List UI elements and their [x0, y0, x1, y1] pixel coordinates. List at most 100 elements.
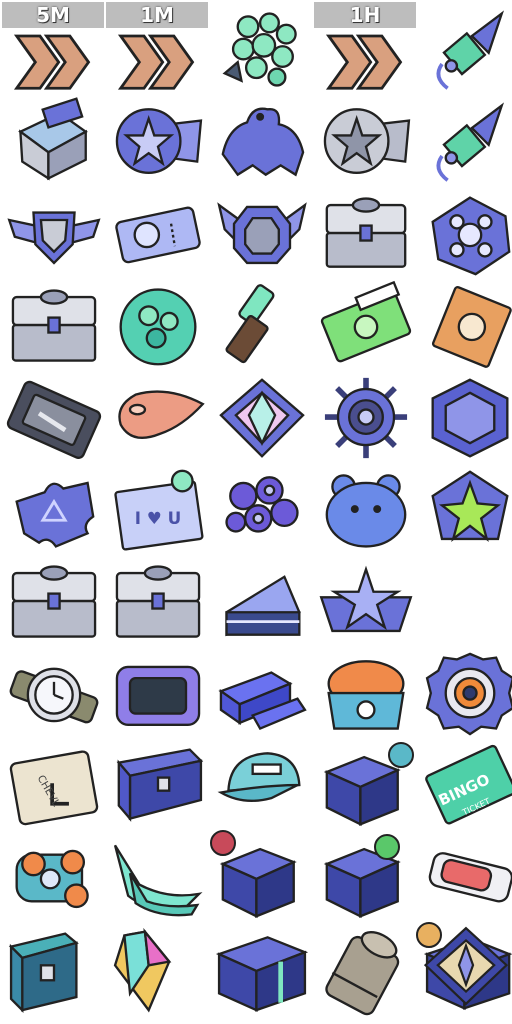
item-slot[interactable]: [418, 370, 512, 462]
item-slot[interactable]: [418, 94, 512, 186]
item-slot[interactable]: [106, 278, 210, 370]
red-jelly-tube-icon: [422, 836, 512, 920]
empty-slot: [418, 554, 512, 646]
item-slot[interactable]: [2, 370, 106, 462]
item-slot[interactable]: CHEVL: [2, 738, 106, 830]
item-slot[interactable]: [314, 738, 418, 830]
item-slot[interactable]: [210, 278, 314, 370]
item-slot[interactable]: [418, 2, 512, 94]
love-text: I ♥ U: [135, 508, 182, 528]
silver-chest-icon: [6, 560, 102, 644]
silver-chest-icon: [110, 560, 206, 644]
item-slot[interactable]: [314, 94, 418, 186]
green-star-crystal-icon: [422, 468, 512, 552]
item-slot[interactable]: [106, 646, 210, 738]
item-slot[interactable]: [314, 554, 418, 646]
item-slot[interactable]: [210, 738, 314, 830]
item-slot[interactable]: [210, 370, 314, 462]
item-slot[interactable]: [210, 462, 314, 554]
treasure-chest-icon: [110, 744, 206, 828]
target-gear-token-icon: [422, 652, 512, 736]
item-slot[interactable]: [210, 922, 314, 1014]
flower-badge-icon: [374, 834, 400, 860]
item-slot[interactable]: [106, 738, 210, 830]
item-slot[interactable]: [314, 646, 418, 738]
timer-label: 1H: [314, 2, 416, 28]
ship-wheel-icon: [318, 376, 414, 460]
item-slot[interactable]: BINGO TICKET: [418, 738, 512, 830]
metal-barrel-icon: [318, 928, 414, 1016]
item-slot[interactable]: [106, 830, 210, 922]
item-slot[interactable]: [106, 922, 210, 1014]
purple-frame-mirror-icon: [110, 652, 206, 736]
winged-shield-emblem-icon: [6, 192, 102, 276]
item-slot[interactable]: [2, 94, 106, 186]
blue-bear-cookie-icon: [318, 468, 414, 552]
item-slot[interactable]: [314, 830, 418, 922]
green-pom-pom-icon: [110, 284, 206, 368]
item-slot[interactable]: [314, 462, 418, 554]
bingo-ticket-icon: BINGO TICKET: [422, 744, 512, 828]
green-cash-note-icon: [318, 280, 414, 368]
item-slot[interactable]: [314, 370, 418, 462]
item-slot[interactable]: 5M: [2, 2, 106, 94]
winged-frame-emblem-icon: [214, 192, 310, 276]
item-slot[interactable]: [314, 922, 418, 1016]
blue-ticket-icon: [110, 192, 206, 276]
item-slot[interactable]: 1M: [106, 2, 210, 94]
item-slot[interactable]: [2, 830, 106, 922]
silver-wristwatch-icon: [6, 652, 102, 736]
item-slot[interactable]: [106, 554, 210, 646]
teal-chest-icon: [6, 928, 102, 1013]
item-slot[interactable]: [2, 278, 106, 370]
salmon-tear-drop-icon: [110, 376, 206, 460]
item-slot[interactable]: [2, 922, 106, 1014]
item-slot[interactable]: [418, 462, 512, 554]
item-slot[interactable]: [2, 186, 106, 278]
firework-rocket-icon: [422, 100, 512, 184]
item-slot[interactable]: [210, 554, 314, 646]
rainbow-crystal-icon: [110, 927, 206, 1013]
item-slot[interactable]: [418, 186, 512, 278]
blue-star-badge-icon: [110, 100, 206, 184]
orange-gem-cashbox-icon: [318, 652, 414, 736]
item-slot[interactable]: [418, 830, 512, 922]
blue-flower-tile-icon: [422, 192, 512, 276]
item-slot[interactable]: [106, 186, 210, 278]
item-slot[interactable]: [106, 94, 210, 186]
item-slot[interactable]: [210, 830, 314, 922]
item-slot[interactable]: [210, 94, 314, 186]
item-slot[interactable]: [418, 278, 512, 370]
blue-ingot-bars-icon: [214, 652, 310, 736]
item-slot[interactable]: I ♥ U: [106, 462, 210, 554]
silver-open-crate-icon: [6, 97, 102, 184]
item-slot[interactable]: [2, 554, 106, 646]
timer-label: 5M: [2, 2, 104, 28]
item-slot[interactable]: [418, 646, 512, 738]
item-slot[interactable]: [2, 462, 106, 554]
cheval-card-icon: CHEVL: [6, 744, 102, 828]
tree-badge-icon: [210, 830, 236, 856]
violet-flower-cluster-icon: [214, 468, 310, 552]
item-slot[interactable]: [2, 646, 106, 738]
silver-chest-icon: [318, 192, 414, 276]
blue-mystery-box-icon: [214, 928, 310, 1012]
item-slot[interactable]: [210, 2, 314, 94]
item-slot[interactable]: [314, 278, 418, 370]
inventory-grid: 5M 1M 1H I ♥ U CHEVL BINGO TICKET: [2, 2, 512, 1016]
love-letter-card-icon: I ♥ U: [110, 468, 206, 552]
item-slot[interactable]: [210, 186, 314, 278]
item-slot[interactable]: [210, 646, 314, 738]
star-badge-icon: [416, 922, 442, 948]
firework-rocket-icon: [422, 8, 512, 92]
silver-chest-icon: [6, 284, 102, 368]
blue-hex-gem-icon: [422, 376, 512, 460]
orange-gem-bracelet-icon: [6, 836, 102, 920]
item-slot[interactable]: [106, 370, 210, 462]
mint-rose-bouquet-icon: [214, 8, 310, 92]
tool-case-icon: [6, 376, 102, 460]
mint-crystal-heels-icon: [110, 836, 206, 920]
item-slot[interactable]: 1H: [314, 2, 418, 94]
item-slot[interactable]: [314, 186, 418, 278]
silver-star-badge-icon: [318, 100, 414, 184]
